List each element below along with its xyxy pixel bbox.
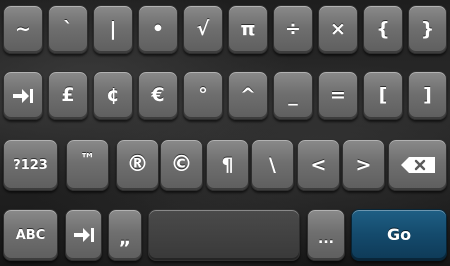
key-pi[interactable]: π: [228, 5, 268, 54]
key-caret[interactable]: ^: [228, 71, 268, 120]
tab-arrow-icon: [11, 87, 35, 105]
key-label: }: [420, 18, 435, 40]
key-pilcrow[interactable]: ¶: [206, 139, 249, 191]
key-bullet[interactable]: •: [138, 5, 178, 54]
key-label: \: [269, 153, 276, 176]
key-label: {: [376, 18, 390, 40]
backspace-key[interactable]: [388, 139, 447, 191]
key-label: ...: [318, 231, 334, 247]
space-bar[interactable]: [148, 209, 300, 261]
key-copyright[interactable]: ©: [160, 139, 203, 191]
key-label: |: [109, 18, 117, 40]
key-backslash[interactable]: \: [251, 139, 294, 191]
tab-key-bottom[interactable]: [65, 209, 102, 261]
key-label: ^: [240, 84, 256, 106]
key-label: ]: [423, 84, 432, 106]
key-pipe[interactable]: |: [93, 5, 133, 54]
go-label: Go: [386, 225, 412, 244]
key-left-bracket[interactable]: [: [363, 71, 403, 120]
key-euro[interactable]: €: [138, 71, 178, 120]
key-label: ?123: [13, 157, 48, 173]
key-label: >: [355, 153, 372, 176]
key-label: _: [288, 84, 298, 106]
key-label: ®: [126, 152, 149, 177]
key-divide[interactable]: ÷: [273, 5, 313, 54]
key-trademark[interactable]: ™: [66, 139, 109, 191]
more-symbols-key[interactable]: ...: [307, 209, 345, 261]
go-button[interactable]: Go: [351, 209, 447, 261]
abc-mode-key[interactable]: ABC: [3, 209, 58, 261]
key-label: €: [151, 84, 165, 106]
key-label: •: [151, 18, 165, 40]
tab-arrow-icon: [72, 226, 96, 244]
backspace-icon: [400, 157, 435, 173]
key-label: °: [198, 84, 208, 106]
key-label: =: [330, 84, 346, 106]
key-label: £: [61, 84, 75, 106]
key-label: ÷: [285, 18, 301, 40]
key-tilde[interactable]: ~: [3, 5, 43, 54]
key-registered[interactable]: ®: [116, 139, 159, 191]
symbol-keyboard: ~ ` | • √ π ÷ × { } £ ¢ € ° ^ _ = [ ] ?1…: [0, 0, 450, 266]
key-cent[interactable]: ¢: [93, 71, 133, 120]
key-backtick[interactable]: `: [48, 5, 88, 54]
key-label: [: [378, 84, 388, 106]
key-greater-than[interactable]: >: [342, 139, 385, 191]
key-left-brace[interactable]: {: [363, 5, 403, 54]
key-right-bracket[interactable]: ]: [408, 71, 447, 120]
key-label: π: [240, 18, 256, 40]
key-sqrt[interactable]: √: [183, 5, 223, 54]
key-degree[interactable]: °: [183, 71, 223, 120]
key-label: `: [63, 18, 73, 40]
key-label: ¢: [106, 84, 120, 106]
key-label: ©: [170, 152, 193, 177]
key-label: ×: [330, 18, 346, 40]
key-multiply[interactable]: ×: [318, 5, 358, 54]
key-label: <: [310, 153, 327, 176]
key-label: ABC: [15, 227, 46, 243]
key-less-than[interactable]: <: [297, 139, 340, 191]
tab-key[interactable]: [3, 71, 43, 120]
key-label: ¶: [221, 153, 234, 176]
key-label: √: [196, 18, 210, 40]
numbers-mode-key[interactable]: ?123: [3, 139, 58, 191]
key-right-brace[interactable]: }: [408, 5, 447, 54]
key-low-double-quote[interactable]: „: [108, 209, 142, 261]
key-label: ™: [80, 150, 95, 168]
key-label: „: [118, 227, 132, 249]
key-equals[interactable]: =: [318, 71, 358, 120]
key-underscore[interactable]: _: [273, 71, 313, 120]
key-label: ~: [15, 18, 31, 40]
key-pound[interactable]: £: [48, 71, 88, 120]
